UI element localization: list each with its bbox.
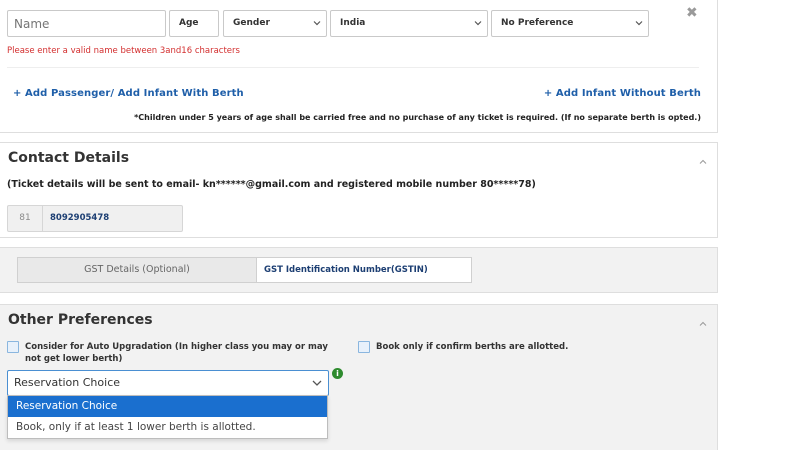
divider: [7, 67, 699, 68]
name-input[interactable]: [7, 10, 166, 37]
chevron-up-icon[interactable]: [698, 151, 708, 164]
dropdown-option[interactable]: Book, only if at least 1 lower berth is …: [8, 417, 327, 438]
gst-panel: GST Details (Optional) GST Identificatio…: [0, 247, 718, 293]
gender-select[interactable]: Gender: [223, 10, 327, 37]
country-select[interactable]: India: [330, 10, 488, 37]
add-infant-link[interactable]: + Add Infant Without Berth: [544, 88, 701, 99]
chevron-down-icon: [312, 379, 322, 387]
gender-label: Gender: [233, 18, 270, 28]
gstin-input[interactable]: GST Identification Number(GSTIN): [256, 257, 472, 283]
confirm-berth-label: Book only if confirm berths are allotted…: [376, 342, 569, 352]
age-input[interactable]: Age: [169, 10, 219, 37]
berth-preference-value: No Preference: [501, 18, 574, 28]
chevron-down-icon: [313, 19, 321, 27]
passenger-panel: Age Gender India No Preference ✖ Please …: [0, 0, 718, 133]
contact-details-title: Contact Details: [8, 150, 130, 166]
confirm-berth-checkbox[interactable]: [358, 341, 370, 353]
auto-upgrade-checkbox[interactable]: [7, 341, 19, 353]
name-error-text: Please enter a valid name between 3and16…: [7, 46, 240, 56]
contact-details-panel: Contact Details (Ticket details will be …: [0, 142, 718, 238]
reservation-choice-select[interactable]: Reservation Choice: [7, 370, 329, 396]
reservation-choice-dropdown: Reservation Choice Book, only if at leas…: [7, 395, 328, 439]
chevron-down-icon: [635, 19, 643, 27]
mobile-number: 8092905478: [50, 213, 110, 223]
other-preferences-title: Other Preferences: [8, 312, 153, 328]
berth-preference-select[interactable]: No Preference: [491, 10, 649, 37]
contact-note: (Ticket details will be sent to email- k…: [7, 179, 536, 190]
dropdown-option[interactable]: Reservation Choice: [8, 396, 327, 417]
mobile-field[interactable]: 81 8092905478: [7, 205, 183, 232]
info-icon[interactable]: i: [332, 368, 343, 379]
age-label: Age: [179, 18, 199, 28]
auto-upgrade-label: Consider for Auto Upgradation (In higher…: [25, 342, 328, 364]
chevron-down-icon: [474, 19, 482, 27]
country-value: India: [340, 18, 366, 28]
country-code: 81: [8, 206, 43, 231]
reservation-choice-value: Reservation Choice: [14, 376, 121, 389]
close-icon[interactable]: ✖: [686, 5, 698, 21]
gst-details-label: GST Details (Optional): [17, 257, 257, 283]
chevron-up-icon[interactable]: [698, 313, 708, 326]
add-passenger-link[interactable]: + Add Passenger/ Add Infant With Berth: [13, 88, 244, 99]
children-note: *Children under 5 years of age shall be …: [134, 113, 701, 122]
